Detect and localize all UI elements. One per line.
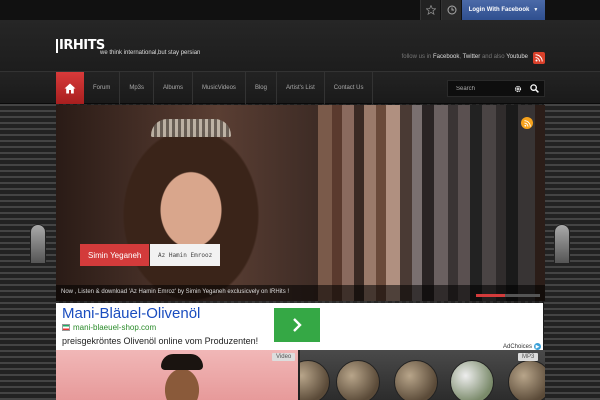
ball-graphic [450, 360, 494, 400]
rss-feed-icon[interactable] [533, 52, 545, 64]
site-logo[interactable]: IRHITS [56, 38, 105, 53]
ad-choices-label: AdChoices [502, 343, 532, 350]
login-with-facebook-button[interactable]: Login With Facebook ▼ [462, 0, 545, 20]
nav-item-albums[interactable]: Albums [154, 72, 194, 104]
video-thumbnail[interactable] [56, 350, 298, 400]
nav-item-artists-list[interactable]: Artist's List [277, 72, 325, 104]
ad-url[interactable]: mani-blaeuel-shop.com [62, 323, 156, 332]
thumbnail-hair [161, 354, 203, 370]
slide-progress-fill [476, 294, 505, 297]
follow-separator: and also [481, 54, 505, 60]
mp3-tag: MP3 [518, 353, 539, 361]
nav-item-musicvideos[interactable]: MusicVideos [193, 72, 246, 104]
nav-item-contact-us[interactable]: Contact Us [325, 72, 374, 104]
slide-song-title[interactable]: Az Hamin Emrooz [150, 244, 221, 266]
ball-graphic [508, 360, 545, 400]
ad-choices[interactable]: AdChoices ▶ [503, 343, 541, 350]
featured-artist-image [56, 105, 326, 301]
slide-description: Now , Listen & download 'Az Hamin Emroz'… [61, 289, 290, 295]
background-window [30, 224, 46, 264]
nav-menu: Forum Mp3s Albums MusicVideos Blog Artis… [84, 72, 374, 104]
search-input[interactable] [448, 85, 510, 92]
logo-tower-icon [56, 38, 58, 53]
mp3-thumbnail[interactable] [300, 350, 545, 400]
history-clock-icon[interactable] [441, 0, 461, 20]
main-nav: Forum Mp3s Albums MusicVideos Blog Artis… [0, 72, 600, 104]
background-window [554, 224, 570, 264]
ball-graphic [394, 360, 438, 400]
follow-youtube-link[interactable]: Youtube [506, 54, 528, 60]
follow-prefix: follow us in [401, 54, 432, 60]
ad-go-button[interactable] [274, 308, 320, 342]
follow-facebook-link[interactable]: Facebook [433, 54, 459, 60]
ball-graphic [336, 360, 380, 400]
flag-icon [62, 324, 70, 331]
ad-choices-icon: ▶ [534, 343, 541, 350]
ad-url-text: mani-blaeuel-shop.com [73, 323, 157, 332]
background-arch-right [544, 104, 600, 400]
home-icon [64, 83, 76, 93]
bookmark-star-icon[interactable] [420, 0, 440, 20]
slide-caption-bar: Now , Listen & download 'Az Hamin Emroz'… [56, 285, 545, 301]
site-tagline: we think international,but stay persian [100, 50, 201, 56]
slider-stripes [318, 105, 535, 301]
ad-title[interactable]: Mani-Bläuel-Olivenöl [62, 305, 200, 322]
nav-item-forum[interactable]: Forum [84, 72, 121, 104]
facebook-login-label: Login With Facebook [468, 7, 530, 13]
slide-artist-name[interactable]: Simin Yeganeh [80, 244, 150, 266]
chevron-down-icon: ▼ [533, 7, 539, 13]
follow-separator: , [459, 54, 462, 60]
gear-icon[interactable] [510, 81, 526, 96]
follow-links: follow us in Facebook, Twitter and also … [402, 54, 528, 60]
advertisement[interactable]: Mani-Bläuel-Olivenöl mani-blaeuel-shop.c… [56, 303, 543, 350]
top-bar: Login With Facebook ▼ [0, 0, 600, 20]
nav-home-button[interactable] [56, 72, 84, 104]
ad-text: preisgekröntes Olivenöl online vom Produ… [62, 336, 259, 346]
nav-item-blog[interactable]: Blog [246, 72, 277, 104]
background-arch-left [0, 104, 56, 400]
ball-graphic [300, 360, 330, 400]
chevron-right-icon [293, 318, 302, 332]
logo-text: IRHITS [59, 38, 105, 53]
tiara-detail [151, 119, 231, 137]
follow-twitter-link[interactable]: Twitter [463, 54, 481, 60]
search-box [447, 80, 545, 97]
slide-progress-bar[interactable] [476, 294, 540, 297]
rss-feed-icon[interactable] [521, 117, 533, 129]
search-icon[interactable] [526, 81, 542, 96]
video-tag: Video [272, 353, 296, 361]
featured-slider[interactable]: Simin Yeganeh Az Hamin Emrooz Now , List… [56, 105, 545, 301]
site-header: IRHITS we think international,but stay p… [0, 20, 600, 72]
nav-item-mp3s[interactable]: Mp3s [120, 72, 155, 104]
